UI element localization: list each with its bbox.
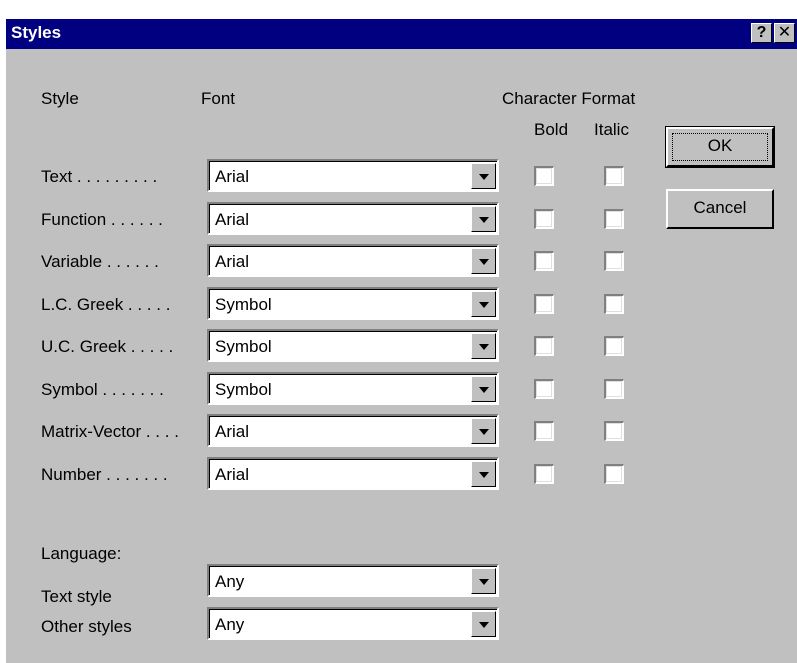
language-heading: Language: bbox=[41, 544, 122, 563]
styles-dialog: Styles ? ✕ Style Font Character Format B… bbox=[4, 19, 797, 663]
bold-checkbox[interactable] bbox=[534, 166, 554, 186]
font-select[interactable]: Symbol bbox=[207, 287, 499, 320]
font-select[interactable]: Arial bbox=[207, 244, 499, 277]
style-column-header: Style bbox=[41, 89, 79, 108]
bold-checkbox[interactable] bbox=[534, 421, 554, 441]
font-value: Arial bbox=[215, 252, 250, 271]
title-bar: Styles ? ✕ bbox=[6, 19, 797, 49]
italic-checkbox[interactable] bbox=[604, 336, 624, 356]
italic-checkbox[interactable] bbox=[604, 294, 624, 314]
bold-column-header: Bold bbox=[534, 120, 569, 139]
help-button[interactable]: ? bbox=[751, 23, 772, 43]
dropdown-button[interactable] bbox=[471, 333, 496, 359]
chevron-down-icon bbox=[479, 174, 489, 180]
italic-checkbox[interactable] bbox=[604, 464, 624, 484]
dropdown-button[interactable] bbox=[471, 291, 496, 317]
font-select[interactable]: Arial bbox=[207, 457, 499, 490]
bold-checkbox[interactable] bbox=[534, 336, 554, 356]
other-styles-language-value: Any bbox=[215, 615, 245, 634]
text-style-label: Text style bbox=[41, 587, 112, 606]
other-styles-language-select[interactable]: Any bbox=[207, 607, 499, 640]
chevron-down-icon bbox=[479, 622, 489, 628]
style-label: Matrix-Vector . . . . bbox=[41, 422, 179, 441]
cancel-button[interactable]: Cancel bbox=[666, 189, 774, 229]
dropdown-button[interactable] bbox=[471, 163, 496, 189]
italic-checkbox[interactable] bbox=[604, 379, 624, 399]
dropdown-button[interactable] bbox=[471, 461, 496, 487]
style-label: Function . . . . . . bbox=[41, 210, 163, 229]
italic-column-header: Italic bbox=[594, 120, 629, 139]
style-label: U.C. Greek . . . . . bbox=[41, 337, 174, 356]
bold-checkbox[interactable] bbox=[534, 209, 554, 229]
chevron-down-icon bbox=[479, 472, 489, 478]
chevron-down-icon bbox=[479, 302, 489, 308]
font-value: Symbol bbox=[215, 295, 272, 314]
cancel-button-label: Cancel bbox=[693, 198, 747, 217]
font-value: Arial bbox=[215, 465, 250, 484]
chevron-down-icon bbox=[479, 579, 489, 585]
dropdown-button[interactable] bbox=[471, 376, 496, 402]
dropdown-button[interactable] bbox=[471, 611, 496, 637]
dropdown-button[interactable] bbox=[471, 418, 496, 444]
italic-checkbox[interactable] bbox=[604, 209, 624, 229]
window-title: Styles bbox=[11, 23, 62, 42]
font-value: Arial bbox=[215, 422, 250, 441]
dropdown-button[interactable] bbox=[471, 206, 496, 232]
font-column-header: Font bbox=[201, 89, 236, 108]
font-select[interactable]: Arial bbox=[207, 159, 499, 192]
font-value: Arial bbox=[215, 167, 250, 186]
bold-checkbox[interactable] bbox=[534, 251, 554, 271]
text-style-language-select[interactable]: Any bbox=[207, 564, 499, 597]
chevron-down-icon bbox=[479, 387, 489, 393]
style-label: L.C. Greek . . . . . bbox=[41, 295, 171, 314]
chevron-down-icon bbox=[479, 259, 489, 265]
font-value: Arial bbox=[215, 210, 250, 229]
style-label: Symbol . . . . . . . bbox=[41, 380, 164, 399]
italic-checkbox[interactable] bbox=[604, 421, 624, 441]
style-label: Text . . . . . . . . . bbox=[41, 167, 158, 186]
text-style-language-value: Any bbox=[215, 572, 245, 591]
ok-button[interactable]: OK bbox=[665, 126, 775, 168]
style-label: Number . . . . . . . bbox=[41, 465, 168, 484]
dropdown-button[interactable] bbox=[471, 248, 496, 274]
dropdown-button[interactable] bbox=[471, 568, 496, 594]
chevron-down-icon bbox=[479, 217, 489, 223]
bold-checkbox[interactable] bbox=[534, 294, 554, 314]
bold-checkbox[interactable] bbox=[534, 379, 554, 399]
chevron-down-icon bbox=[479, 344, 489, 350]
chevron-down-icon bbox=[479, 429, 489, 435]
font-select[interactable]: Symbol bbox=[207, 329, 499, 362]
focus-rectangle bbox=[672, 133, 768, 161]
font-select[interactable]: Symbol bbox=[207, 372, 499, 405]
character-format-header: Character Format bbox=[502, 89, 636, 108]
other-styles-label: Other styles bbox=[41, 617, 132, 636]
font-select[interactable]: Arial bbox=[207, 202, 499, 235]
bold-checkbox[interactable] bbox=[534, 464, 554, 484]
italic-checkbox[interactable] bbox=[604, 166, 624, 186]
close-button[interactable]: ✕ bbox=[774, 23, 795, 43]
italic-checkbox[interactable] bbox=[604, 251, 624, 271]
font-value: Symbol bbox=[215, 337, 272, 356]
font-value: Symbol bbox=[215, 380, 272, 399]
font-select[interactable]: Arial bbox=[207, 414, 499, 447]
style-label: Variable . . . . . . bbox=[41, 252, 159, 271]
